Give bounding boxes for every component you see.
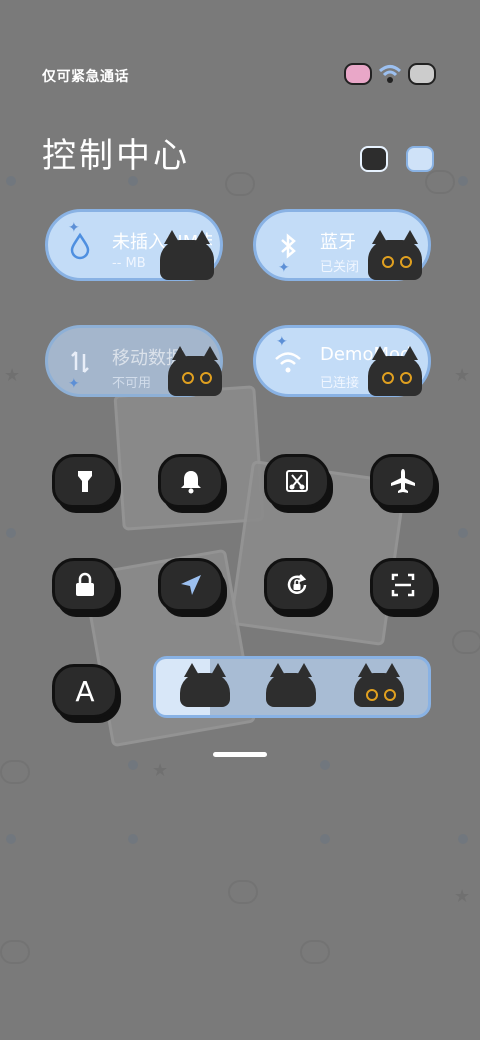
- cat-sim-icon: [344, 63, 372, 85]
- tile-mobile-data[interactable]: ✦ 移动数据 不可用: [45, 325, 223, 397]
- sparkle-icon: ✦: [68, 376, 80, 392]
- cat-sticker-icon: [354, 663, 404, 707]
- tile-sub-label: 不可用: [112, 376, 152, 391]
- cat-sticker-icon: [180, 663, 230, 707]
- cat-sticker-icon: [168, 346, 222, 396]
- lock-icon: [76, 572, 94, 596]
- tile-sub-label: 已连接: [320, 376, 360, 391]
- airplane-toggle[interactable]: [370, 454, 436, 508]
- letter-a-icon: A: [75, 674, 95, 708]
- bell-icon: [181, 471, 201, 494]
- lock-toggle[interactable]: [52, 558, 118, 612]
- water-drop-icon: [70, 232, 90, 260]
- flashlight-icon: [78, 471, 92, 492]
- cat-sticker-icon: [368, 346, 422, 396]
- brightness-slider[interactable]: [153, 656, 431, 718]
- rotation-lock-toggle[interactable]: [264, 558, 330, 612]
- location-icon: [181, 575, 201, 595]
- bluetooth-icon: [281, 233, 296, 259]
- cat-sticker-icon: [368, 230, 422, 280]
- scan-icon: [391, 573, 415, 597]
- header-icons: [360, 146, 434, 172]
- flashlight-toggle[interactable]: [52, 454, 118, 508]
- edit-icon[interactable]: [406, 146, 434, 172]
- carrier-status-text: 仅可紧急通话: [42, 69, 129, 85]
- mobile-data-icon: [71, 351, 89, 373]
- tile-bluetooth[interactable]: ✦ 蓝牙 已关闭: [253, 209, 431, 281]
- notification-toggle[interactable]: [158, 454, 224, 508]
- airplane-icon: [391, 469, 415, 493]
- font-size-toggle[interactable]: A: [52, 664, 118, 718]
- location-toggle[interactable]: [158, 558, 224, 612]
- page-title: 控制中心: [42, 136, 190, 176]
- wifi-icon: [378, 64, 402, 84]
- tile-data-usage[interactable]: ✦ ✦ 未插入SIM卡 -- MB: [45, 209, 223, 281]
- tile-sub-label: 已关闭: [320, 260, 360, 275]
- scanner-toggle[interactable]: [370, 558, 436, 612]
- cat-sticker-icon: [266, 663, 316, 707]
- cat-battery-icon: [408, 63, 436, 85]
- tile-wifi[interactable]: ✦ DemoMod 已连接: [253, 325, 431, 397]
- drag-handle[interactable]: [213, 752, 267, 757]
- wifi-icon: [275, 352, 301, 373]
- tile-sub-label: -- MB: [112, 256, 146, 271]
- screenshot-icon: [286, 470, 308, 492]
- sparkle-icon: ✦: [278, 260, 290, 276]
- cat-settings-icon[interactable]: [360, 146, 388, 172]
- rotation-lock-icon: [287, 574, 307, 594]
- screenshot-toggle[interactable]: [264, 454, 330, 508]
- cat-sticker-icon: [160, 230, 214, 280]
- status-icons: [344, 63, 436, 85]
